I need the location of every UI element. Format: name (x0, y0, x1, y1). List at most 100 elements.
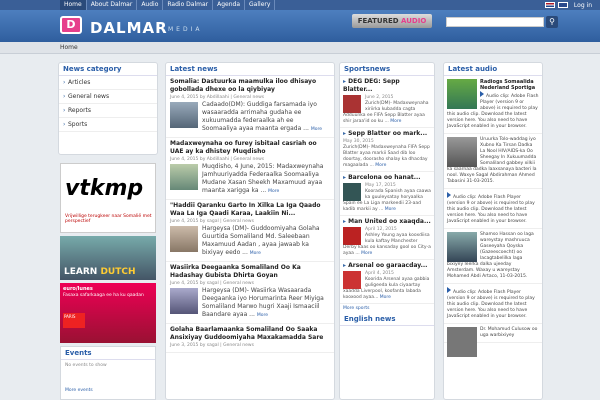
search-icon: ⚲ (549, 17, 555, 26)
news-title[interactable]: Golaha Baarlamaanka Somaliland Oo Saaka … (170, 326, 330, 342)
sport-item[interactable]: Man United oo xaaqda... April 12, 2015 A… (340, 216, 434, 260)
sport-item[interactable]: DEG DEG: Sepp Blatter... June 2, 2015 Zu… (340, 76, 434, 128)
audio-thumbnail[interactable] (447, 137, 477, 167)
news-title[interactable]: "Haddii Qaranku Garto In Xilka La Iga Qa… (170, 202, 330, 218)
news-item[interactable]: Wasiirka Deegaanka Somaliland Oo Ka Hada… (166, 262, 334, 324)
more-link[interactable]: More (311, 127, 322, 132)
more-link[interactable]: More (380, 295, 391, 300)
events-empty-text: No events to show (65, 363, 107, 368)
news-category-panel: News category Articles General news Repo… (58, 62, 158, 155)
learn-label: LEARN (64, 267, 98, 277)
more-link[interactable]: More (257, 313, 268, 318)
euro-text: Fasaxa safarkaaga ee ha ku qaadan (63, 293, 144, 298)
more-link[interactable]: More (385, 207, 396, 212)
news-item[interactable]: Golaha Baarlamaanka Somaliland Oo Saaka … (166, 324, 334, 353)
news-item[interactable]: "Haddii Qaranku Garto In Xilka La Iga Qa… (166, 200, 334, 262)
audio-item[interactable]: Shamso Hassan oo laga wareystay mashruuc… (444, 229, 542, 284)
sport-title[interactable]: Arsenal oo garaacday... (343, 262, 431, 270)
news-category-title: News category (59, 63, 157, 76)
top-right-controls: Log in (544, 0, 592, 10)
more-link[interactable]: More (390, 119, 401, 124)
logo-subtitle: MEDIA (168, 26, 203, 33)
featured-audio-label: AUDIO (401, 17, 427, 25)
news-date: June 4, 2015 by Abdillaahi | General new… (170, 95, 265, 100)
sport-thumbnail[interactable] (343, 271, 361, 289)
sport-thumbnail[interactable] (343, 183, 361, 201)
news-item[interactable]: Madaxweynaha oo furey isbitaal casriah o… (166, 138, 334, 200)
play-icon[interactable] (447, 192, 451, 198)
news-excerpt: Muqdisho, 4 June, 2015: Madaxweynaha Jam… (202, 163, 324, 194)
nav-home[interactable]: Home (60, 0, 87, 10)
news-title[interactable]: Wasiirka Deegaanka Somaliland Oo Ka Hada… (170, 264, 330, 280)
sport-thumbnail[interactable] (343, 227, 361, 245)
nav-about[interactable]: About Dalmar (87, 0, 138, 10)
eurolines-ad-banner[interactable]: euro/lunes Fasaxa safarkaaga ee ha ku qa… (60, 283, 156, 343)
more-sports-link[interactable]: More sports (340, 304, 434, 313)
sport-title[interactable]: DEG DEG: Sepp Blatter... (343, 78, 431, 94)
category-sports[interactable]: Sports (59, 118, 157, 132)
sport-item[interactable]: Arsenal oo garaacday... April 4, 2015 Ko… (340, 260, 434, 304)
euro-badge: PARIS (63, 313, 85, 328)
audio-body: Audio clip: Adobe Flash Player (version … (447, 290, 535, 319)
news-thumbnail[interactable] (170, 226, 198, 252)
logo-icon[interactable]: D (60, 16, 82, 34)
english-flag-icon[interactable] (557, 2, 568, 8)
category-articles[interactable]: Articles (59, 76, 157, 90)
news-item[interactable]: Somalia: Dastuurka maamulka iloo dhisayo… (166, 76, 334, 138)
play-icon[interactable] (480, 91, 484, 97)
audio-item[interactable]: Uruurka Tolo-waddag iyo Xubno Ka Tirsan … (444, 134, 542, 189)
sportsnews-panel: Sportsnews DEG DEG: Sepp Blatter... June… (339, 62, 435, 400)
latest-audio-panel: Latest audio Radiogs Somaalida Nederland… (443, 62, 543, 400)
nav-radio[interactable]: Radio Dalmar (163, 0, 214, 10)
sport-title[interactable]: Sepp Blatter oo mark... (343, 130, 431, 138)
vtkmp-logo: vtkmp (65, 176, 144, 201)
sportsnews-title: Sportsnews (340, 63, 434, 76)
sport-item[interactable]: Barcelona oo hanat... May 17, 2015 Koora… (340, 172, 434, 216)
news-date: June 4, 2015 by sagal | General news (170, 219, 254, 224)
news-title[interactable]: Somalia: Dastuurka maamulka iloo dhisayo… (170, 78, 330, 94)
audio-item[interactable]: Dr. Mohamud Culusow oo uga warbixiyey (444, 324, 542, 357)
events-title: Events (61, 347, 155, 360)
news-thumbnail[interactable] (170, 164, 198, 190)
sport-thumbnail[interactable] (343, 95, 361, 113)
news-thumbnail[interactable] (170, 288, 198, 314)
category-reports[interactable]: Reports (59, 104, 157, 118)
login-link[interactable]: Log in (574, 2, 592, 9)
news-date: June 3, 2015 by sagal | General news (170, 343, 254, 348)
nav-gallery[interactable]: Gallery (245, 0, 276, 10)
audio-thumbnail[interactable] (447, 79, 477, 109)
sport-title[interactable]: Barcelona oo hanat... (343, 174, 431, 182)
audio-item[interactable]: Audio clip: Adobe Flash Player (version … (444, 284, 542, 324)
audio-thumbnail[interactable] (447, 327, 477, 357)
featured-label: FEATURED (357, 17, 399, 25)
logo-text[interactable]: DALMAR (90, 19, 168, 37)
more-link[interactable]: More (250, 251, 261, 256)
featured-audio-button[interactable]: FEATURED AUDIO (352, 14, 432, 28)
search-input[interactable] (446, 17, 544, 27)
breadcrumb[interactable]: Home (0, 42, 600, 54)
news-title[interactable]: Madaxweynaha oo furey isbitaal casriah o… (170, 140, 330, 156)
more-link[interactable]: More (375, 163, 386, 168)
more-link[interactable]: More (268, 189, 279, 194)
latest-news-panel: Latest news Somalia: Dastuurka maamulka … (165, 62, 335, 400)
latest-news-title: Latest news (166, 63, 334, 76)
more-events-link[interactable]: More events (61, 385, 155, 396)
category-general-news[interactable]: General news (59, 90, 157, 104)
sport-title[interactable]: Man United oo xaaqda... (343, 218, 431, 226)
dutch-flag-icon[interactable] (544, 2, 555, 8)
audio-item[interactable]: Audio clip: Adobe Flash Player (version … (444, 189, 542, 229)
play-icon[interactable] (447, 287, 451, 293)
audio-thumbnail[interactable] (447, 232, 477, 262)
audio-item[interactable]: Radiogs Somaalida Nederland Sportiga Aud… (444, 76, 542, 134)
news-thumbnail[interactable] (170, 102, 198, 128)
events-panel: Events No events to show More events (60, 346, 156, 400)
english-news-title[interactable]: English news (340, 313, 434, 326)
nav-audio[interactable]: Audio (137, 0, 164, 10)
vtkmp-ad-banner[interactable]: vtkmp Vrijwillige terugkeer naar Somalië… (60, 163, 156, 233)
sport-item[interactable]: Sepp Blatter oo mark... May 30, 2015 Zur… (340, 128, 434, 172)
more-link[interactable]: More (361, 251, 372, 256)
vtkmp-slogan: Vrijwillige terugkeer naar Somalië met p… (65, 214, 152, 224)
nav-agenda[interactable]: Agenda (213, 0, 246, 10)
search-button[interactable]: ⚲ (546, 16, 558, 28)
learn-dutch-ad-banner[interactable]: LEARN DUTCH (60, 236, 156, 280)
